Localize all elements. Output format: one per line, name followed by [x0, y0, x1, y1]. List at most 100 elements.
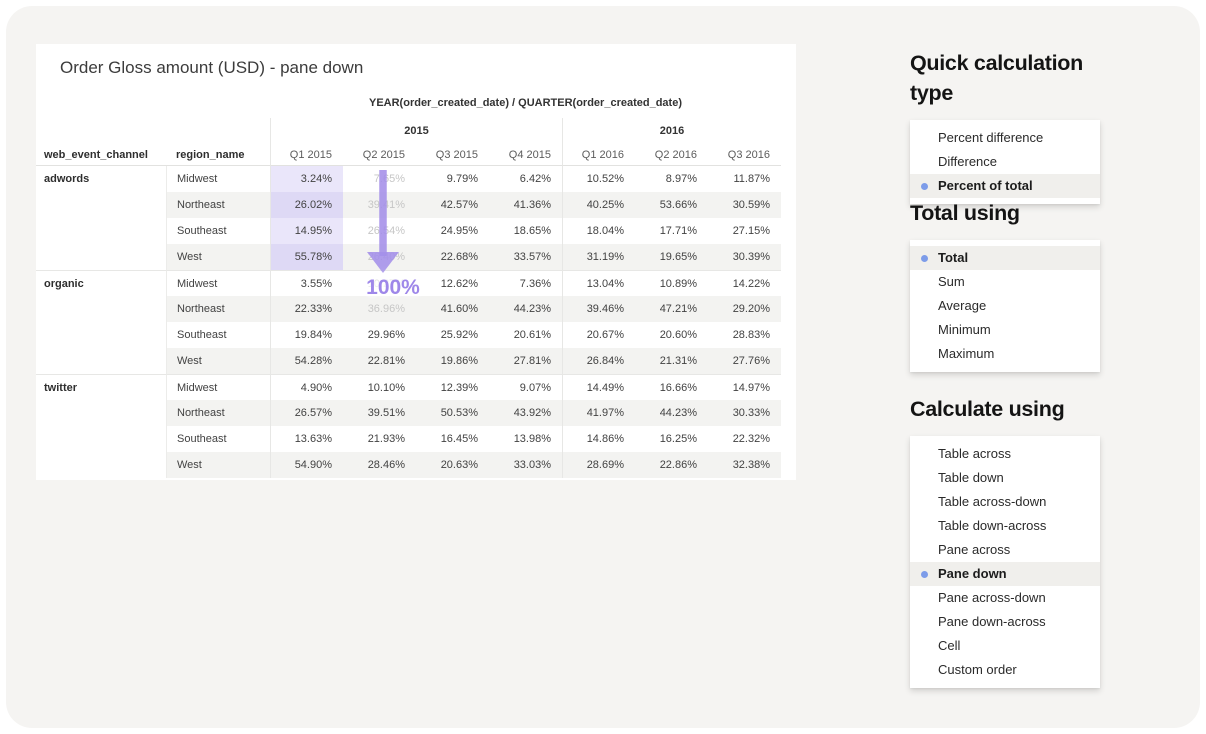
menu-option[interactable]: Sum — [910, 270, 1100, 294]
menu-option[interactable]: Table across-down — [910, 490, 1100, 514]
pane-down-arrow-icon — [343, 170, 416, 276]
quarter-header: Q3 2016 — [708, 144, 781, 166]
region-label: Northeast — [166, 400, 270, 426]
table-cell: 18.65% — [489, 218, 562, 244]
table-cell: 27.81% — [489, 348, 562, 374]
table-cell: 26.84% — [562, 348, 635, 374]
table-cell: 13.04% — [562, 270, 635, 296]
table-cell: 33.57% — [489, 244, 562, 270]
menu-option[interactable]: Pane down — [910, 562, 1100, 586]
table-cell: 8.97% — [635, 166, 708, 192]
option-list: Percent difference Difference Percent of t… — [910, 120, 1100, 204]
option-list: Total Sum Average Minimum Maximum — [910, 240, 1100, 372]
corner-spacer — [36, 118, 270, 144]
menu-option[interactable]: Total — [910, 246, 1100, 270]
table-cell: 10.52% — [562, 166, 635, 192]
option-label: Total — [938, 250, 968, 265]
menu-option[interactable]: Pane down-across — [910, 610, 1100, 634]
table-cell: 21.31% — [635, 348, 708, 374]
option-label: Cell — [938, 638, 960, 653]
table-cell: 4.90% — [270, 374, 343, 400]
table-cell: 22.68% — [416, 244, 489, 270]
option-label: Minimum — [938, 322, 991, 337]
option-label: Maximum — [938, 346, 994, 361]
table-cell: 26.02% — [270, 192, 343, 218]
table-cell: 13.63% — [270, 426, 343, 452]
table-cell: 22.86% — [635, 452, 708, 478]
table-cell: 20.63% — [416, 452, 489, 478]
region-label: Northeast — [166, 296, 270, 322]
menu-option[interactable]: Table down-across — [910, 514, 1100, 538]
quarter-header: Q3 2015 — [416, 144, 489, 166]
menu-option[interactable]: Table across — [910, 442, 1100, 466]
panel-title: Calculate using — [910, 394, 1110, 424]
table-cell: 25.92% — [416, 322, 489, 348]
table-cell: 14.49% — [562, 374, 635, 400]
table-cell: 16.45% — [416, 426, 489, 452]
year-header: 2016 — [562, 118, 781, 144]
option-label: Custom order — [938, 662, 1017, 677]
menu-option[interactable]: Custom order — [910, 658, 1100, 682]
menu-option[interactable]: Difference — [910, 150, 1100, 174]
menu-option[interactable]: Percent of total — [910, 174, 1100, 198]
table-cell: 30.39% — [708, 244, 781, 270]
quarter-header: Q1 2015 — [270, 144, 343, 166]
region-label: Southeast — [166, 426, 270, 452]
option-label: Pane across — [938, 542, 1010, 557]
table-cell: 30.33% — [708, 400, 781, 426]
table-cell: 9.07% — [489, 374, 562, 400]
menu-option[interactable]: Percent difference — [910, 126, 1100, 150]
table-cell: 40.25% — [562, 192, 635, 218]
option-label: Sum — [938, 274, 965, 289]
menu-option[interactable]: Table down — [910, 466, 1100, 490]
table-cell: 28.46% — [343, 452, 416, 478]
menu-panel: Total usingTotalSumAverageMinimumMaximum — [910, 198, 1110, 372]
menu-option[interactable]: Pane across — [910, 538, 1100, 562]
table-cell: 26.57% — [270, 400, 343, 426]
table-cell: 50.53% — [416, 400, 489, 426]
table-cell: 12.39% — [416, 374, 489, 400]
table-cell: 14.97% — [708, 374, 781, 400]
option-label: Table across — [938, 446, 1011, 461]
region-label: Midwest — [166, 374, 270, 400]
region-label: West — [166, 244, 270, 270]
table-cell: 42.57% — [416, 192, 489, 218]
table-cell: 41.97% — [562, 400, 635, 426]
table-cell: 3.24% — [270, 166, 343, 192]
table-cell: 29.20% — [708, 296, 781, 322]
option-label: Average — [938, 298, 986, 313]
table-cell: 47.21% — [635, 296, 708, 322]
option-label: Table down-across — [938, 518, 1046, 533]
row-field-header: web_event_channel — [36, 144, 166, 166]
table-cell: 22.32% — [708, 426, 781, 452]
menu-option[interactable]: Pane across-down — [910, 586, 1100, 610]
table-cell: 16.66% — [635, 374, 708, 400]
table-cell: 54.90% — [270, 452, 343, 478]
year-header: 2015 — [270, 118, 562, 144]
table-cell: 29.96% — [343, 322, 416, 348]
table-cell: 41.36% — [489, 192, 562, 218]
menu-option[interactable]: Average — [910, 294, 1100, 318]
option-list: Table across Table down Table across-down T… — [910, 436, 1100, 688]
table-cell: 14.86% — [562, 426, 635, 452]
table-cell: 11.87% — [708, 166, 781, 192]
table-card: Order Gloss amount (USD) - pane down YEA… — [36, 44, 796, 480]
table-cell: 54.28% — [270, 348, 343, 374]
quarter-header: Q2 2016 — [635, 144, 708, 166]
selected-dot-icon — [921, 183, 928, 190]
option-label: Difference — [938, 154, 997, 169]
menu-option[interactable]: Minimum — [910, 318, 1100, 342]
menu-option[interactable]: Cell — [910, 634, 1100, 658]
page-surface: Order Gloss amount (USD) - pane down YEA… — [6, 6, 1200, 728]
table-cell: 14.22% — [708, 270, 781, 296]
table-cell: 27.15% — [708, 218, 781, 244]
table-cell: 20.67% — [562, 322, 635, 348]
table-cell: 18.04% — [562, 218, 635, 244]
table-cell: 39.46% — [562, 296, 635, 322]
column-axis-label: YEAR(order_created_date) / QUARTER(order… — [270, 97, 781, 109]
table-cell: 22.81% — [343, 348, 416, 374]
region-label: West — [166, 348, 270, 374]
table-cell: 17.71% — [635, 218, 708, 244]
option-label: Table across-down — [938, 494, 1046, 509]
menu-option[interactable]: Maximum — [910, 342, 1100, 366]
